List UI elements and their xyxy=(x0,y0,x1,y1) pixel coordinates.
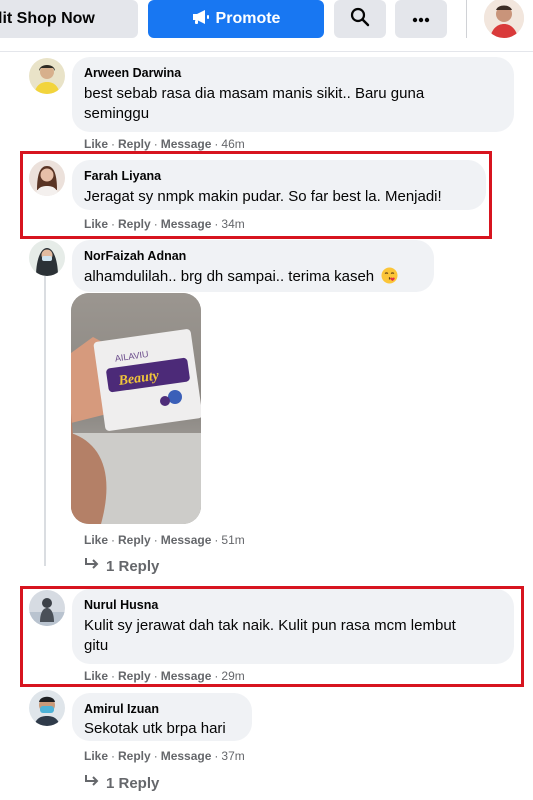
reply-link[interactable]: Reply xyxy=(118,137,151,151)
more-options-button[interactable] xyxy=(395,0,447,38)
promote-label: Promote xyxy=(215,10,281,27)
message-link[interactable]: Message xyxy=(161,137,212,151)
comment-bubble: Amirul Izuan Sekotak utk brpa hari xyxy=(72,693,252,741)
separator: · xyxy=(153,749,158,763)
search-icon xyxy=(350,7,370,32)
commenter-name[interactable]: NorFaizah Adnan xyxy=(84,248,422,264)
separator: · xyxy=(214,749,219,763)
comment-text: Sekotak utk brpa hari xyxy=(84,720,226,737)
avatar[interactable] xyxy=(29,58,65,94)
commenter-name[interactable]: Arween Darwina xyxy=(84,65,502,81)
comment-text-line: best sebab rasa dia masam manis sikit.. … xyxy=(84,85,425,102)
reply-arrow-icon xyxy=(84,774,106,792)
separator: · xyxy=(111,749,116,763)
thread-connector xyxy=(44,276,46,566)
separator: · xyxy=(111,137,116,151)
separator: · xyxy=(214,533,219,547)
highlight-box xyxy=(20,151,492,239)
avatar[interactable] xyxy=(29,690,65,726)
photo-attachment[interactable]: AILAVIU Beauty xyxy=(71,293,201,524)
like-link[interactable]: Like xyxy=(84,137,108,151)
face-blowing-kiss-emoji xyxy=(381,267,398,290)
comment-actions: Like · Reply · Message · 37m xyxy=(84,749,245,763)
comment-bubble: NorFaizah Adnan alhamdulilah.. brg dh sa… xyxy=(72,240,434,292)
separator: · xyxy=(111,533,116,547)
comment-text-line: alhamdulilah.. brg dh sampai.. terima ka… xyxy=(84,268,375,285)
megaphone-icon xyxy=(192,9,216,30)
comment-text-line: seminggu xyxy=(84,105,150,122)
reply-arrow-icon xyxy=(84,557,106,575)
page-avatar[interactable] xyxy=(484,0,524,38)
separator: · xyxy=(153,533,158,547)
like-link[interactable]: Like xyxy=(84,749,108,763)
message-link[interactable]: Message xyxy=(161,533,212,547)
comment-bubble: Arween Darwina best sebab rasa dia masam… xyxy=(72,57,514,132)
comment-text: alhamdulilah.. brg dh sampai.. terima ka… xyxy=(84,267,422,290)
replies-count: 1 Reply xyxy=(106,774,160,792)
separator: · xyxy=(153,137,158,151)
page-toolbar: lit Shop Now Promote xyxy=(0,0,533,52)
separator: · xyxy=(214,137,219,151)
comment-actions: Like · Reply · Message · 46m xyxy=(84,137,245,151)
replies-count: 1 Reply xyxy=(106,557,160,575)
shop-now-label: lit Shop Now xyxy=(0,10,95,27)
toolbar-divider xyxy=(466,0,467,38)
comment-timestamp[interactable]: 37m xyxy=(221,749,244,763)
view-replies-link[interactable]: 1 Reply xyxy=(84,774,159,792)
comment-text: best sebab rasa dia masam manis sikit.. … xyxy=(84,84,502,124)
reply-link[interactable]: Reply xyxy=(118,749,151,763)
view-replies-link[interactable]: 1 Reply xyxy=(84,557,159,575)
comment-timestamp[interactable]: 46m xyxy=(221,137,244,151)
like-link[interactable]: Like xyxy=(84,533,108,547)
avatar[interactable] xyxy=(29,240,65,276)
commenter-name[interactable]: Amirul Izuan xyxy=(84,701,240,717)
highlight-box xyxy=(20,586,524,687)
comment-actions: Like · Reply · Message · 51m xyxy=(84,533,245,547)
shop-now-button[interactable]: lit Shop Now xyxy=(0,0,138,38)
message-link[interactable]: Message xyxy=(161,749,212,763)
more-dots-icon xyxy=(412,10,430,28)
search-button[interactable] xyxy=(334,0,386,38)
comment-timestamp[interactable]: 51m xyxy=(221,533,244,547)
promote-button[interactable]: Promote xyxy=(148,0,324,38)
reply-link[interactable]: Reply xyxy=(118,533,151,547)
